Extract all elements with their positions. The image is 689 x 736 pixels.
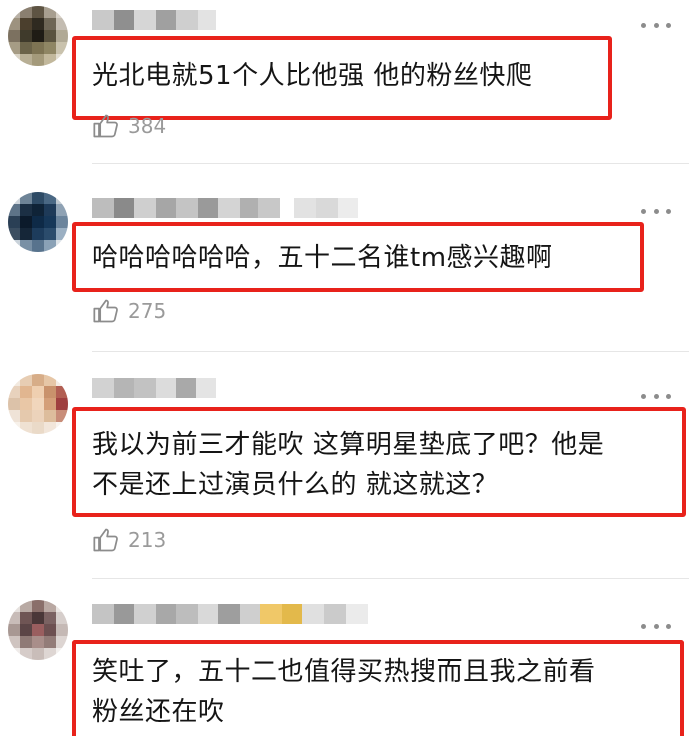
username[interactable] [92,378,216,398]
divider [92,578,689,579]
divider [92,351,689,352]
thumbs-up-icon [93,114,118,138]
thumbs-up-icon [93,299,118,323]
more-dots-icon[interactable] [641,391,671,401]
avatar[interactable] [8,374,68,434]
like-count: 384 [128,114,167,138]
comment-text: 光北电就51个人比他强 他的粉丝快爬 [92,61,533,91]
username[interactable] [92,604,368,624]
more-dots-icon[interactable] [641,206,671,216]
comment-text: 哈哈哈哈哈哈，五十二名谁tm感兴趣啊 [92,243,553,273]
like-button[interactable]: 275 [92,297,166,325]
more-dots-icon[interactable] [641,20,671,30]
username[interactable] [92,10,216,30]
divider [92,163,689,164]
comment-text: 我以为前三才能吹 这算明星垫底了吧？他是 不是还上过演员什么的 就这就这？ [92,430,605,500]
like-button[interactable]: 384 [92,112,166,140]
more-dots-icon[interactable] [641,621,671,631]
like-count: 213 [128,528,167,552]
comment-feed: 光北电就51个人比他强 他的粉丝快爬 384 哈哈哈哈哈哈，五十二名谁tm感兴趣… [0,0,689,736]
avatar[interactable] [8,600,68,660]
avatar[interactable] [8,192,68,252]
thumbs-up-icon [93,528,118,552]
like-count: 275 [128,299,167,323]
username[interactable] [92,198,358,218]
comment-text: 笑吐了，五十二也值得买热搜而且我之前看 粉丝还在吹 [92,657,596,727]
like-button[interactable]: 213 [92,526,166,554]
avatar[interactable] [8,6,68,66]
